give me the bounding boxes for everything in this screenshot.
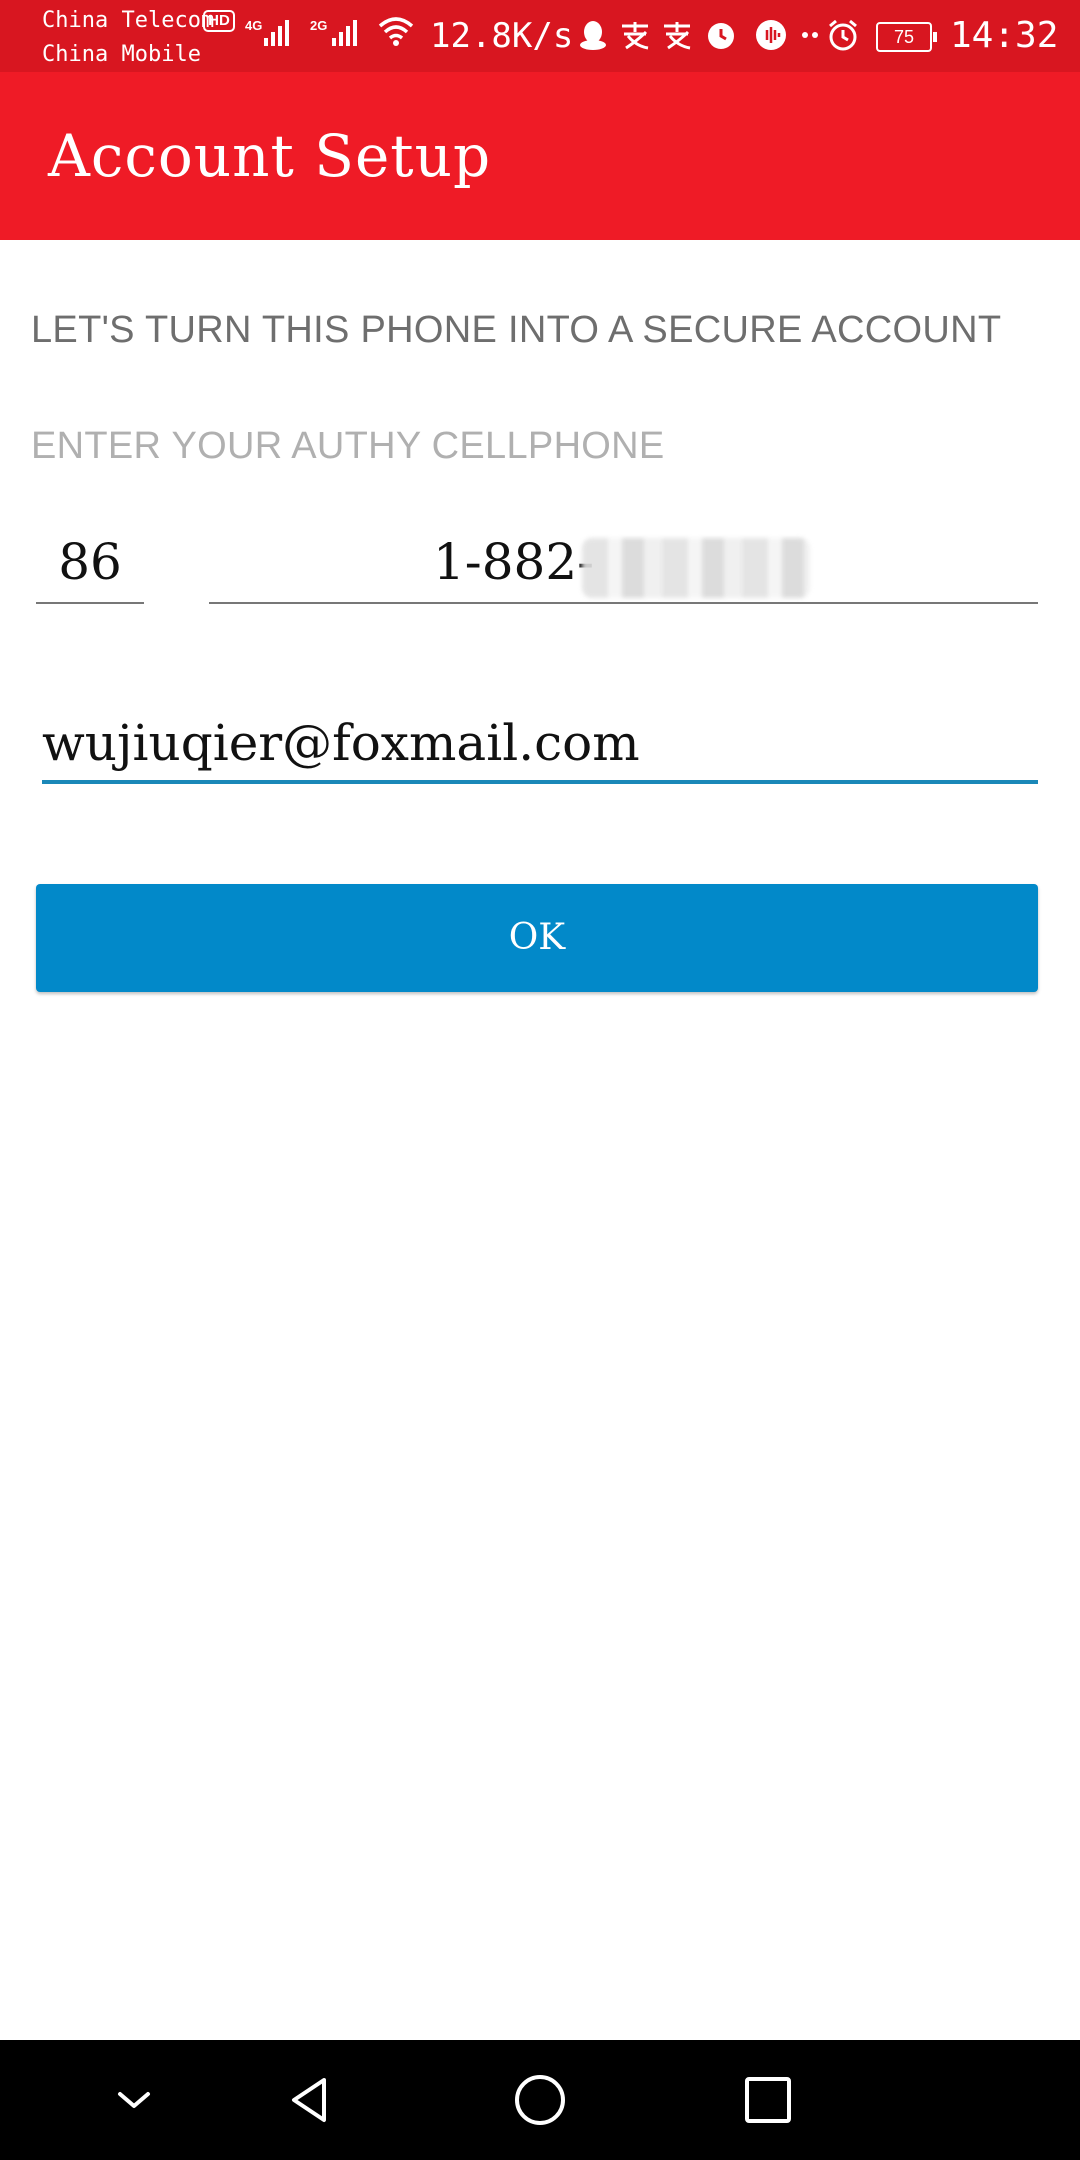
recents-icon[interactable]: [738, 2070, 798, 2130]
network-type-1: 4G: [245, 18, 263, 33]
phone-section-label: ENTER YOUR AUTHY CELLPHONE: [31, 425, 665, 467]
home-icon[interactable]: [510, 2070, 570, 2130]
status-bar: China Telecom China Mobile HD 4G 2G 12.8…: [0, 0, 1080, 72]
country-code-input[interactable]: 86: [36, 530, 144, 604]
back-icon[interactable]: [280, 2070, 340, 2130]
clock: 14:32: [950, 15, 1059, 56]
wifi-icon: [378, 17, 414, 46]
alarm-app-icon: [708, 23, 734, 49]
qq-penguin-icon: [580, 21, 606, 50]
alarm-clock-icon: [829, 19, 857, 51]
setup-headline: LET'S TURN THIS PHONE INTO A SECURE ACCO…: [31, 309, 1002, 351]
ok-button[interactable]: OK: [36, 884, 1038, 992]
chevron-down-icon[interactable]: [104, 2070, 164, 2130]
more-notifications-icon: [802, 32, 818, 38]
redacted-digits: [582, 538, 810, 598]
alipay-icon: [622, 22, 649, 50]
carrier-secondary: China Mobile: [42, 42, 201, 67]
voice-app-icon: [756, 20, 786, 50]
page-title: Account Setup: [48, 122, 492, 190]
network-speed: 12.8K/s: [430, 16, 574, 56]
signal-strength-icon: [264, 20, 289, 46]
signal-strength-icon: [332, 20, 357, 46]
hd-badge: HD: [203, 10, 235, 32]
email-input[interactable]: wujiuqier@foxmail.com: [42, 708, 1038, 784]
app-bar: Account Setup: [0, 72, 1080, 240]
battery-level: 75: [876, 22, 937, 52]
system-navigation-bar: [0, 2040, 1080, 2160]
alipay-icon: [664, 22, 691, 50]
carrier-primary: China Telecom: [42, 8, 215, 33]
network-type-2: 2G: [310, 18, 328, 33]
